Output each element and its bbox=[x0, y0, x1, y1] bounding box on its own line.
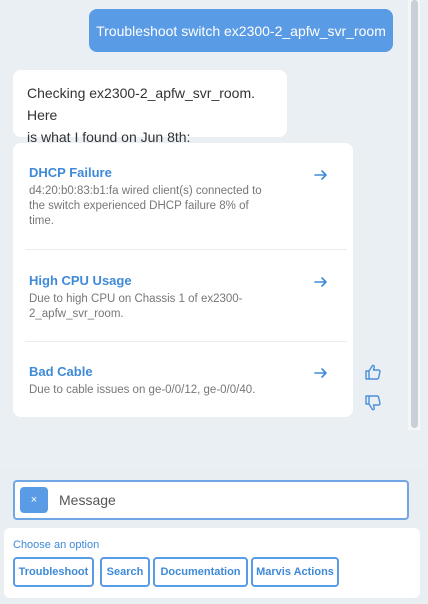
options-panel: Choose an option Troubleshoot Search Doc… bbox=[4, 528, 420, 598]
result-title[interactable]: DHCP Failure bbox=[29, 165, 297, 181]
result-item-high-cpu-usage[interactable]: High CPU Usage Due to high CPU on Chassi… bbox=[25, 250, 347, 342]
bot-message-line: Checking ex2300-2_apfw_svr_room. Here bbox=[27, 85, 256, 123]
arrow-right-icon[interactable] bbox=[313, 365, 329, 381]
clear-button[interactable]: × bbox=[20, 487, 48, 513]
thumbs-up-icon[interactable] bbox=[364, 363, 382, 381]
result-description-line: 2_apfw_svr_room. bbox=[29, 308, 124, 320]
result-item-dhcp-failure[interactable]: DHCP Failure d4:20:b0:83:b1:fa wired cli… bbox=[25, 143, 347, 250]
close-icon: × bbox=[30, 494, 38, 506]
result-description-line: Due to cable issues on ge-0/0/12, ge-0/0… bbox=[29, 384, 256, 396]
result-description-line: d4:20:b0:83:b1:fa wired client(s) connec… bbox=[29, 185, 262, 197]
result-description: d4:20:b0:83:b1:fa wired client(s) connec… bbox=[29, 184, 297, 229]
result-title[interactable]: Bad Cable bbox=[29, 364, 329, 380]
results-card: DHCP Failure d4:20:b0:83:b1:fa wired cli… bbox=[13, 143, 353, 417]
user-message-text: Troubleshoot switch ex2300-2_apfw_svr_ro… bbox=[96, 22, 386, 39]
result-item-bad-cable[interactable]: Bad Cable Due to cable issues on ge-0/0/… bbox=[29, 342, 343, 417]
options-label: Choose an option bbox=[13, 539, 100, 551]
arrow-right-icon[interactable] bbox=[313, 274, 329, 290]
option-button-marvis-actions[interactable]: Marvis Actions bbox=[251, 557, 339, 587]
result-description: Due to cable issues on ge-0/0/12, ge-0/0… bbox=[29, 383, 329, 398]
result-description-line: time. bbox=[29, 215, 54, 227]
option-button-search[interactable]: Search bbox=[100, 557, 150, 587]
user-message-bubble: Troubleshoot switch ex2300-2_apfw_svr_ro… bbox=[89, 9, 393, 52]
option-button-documentation[interactable]: Documentation bbox=[153, 557, 248, 587]
result-description: Due to high CPU on Chassis 1 of ex2300- … bbox=[29, 292, 297, 322]
bot-message-bubble: Checking ex2300-2_apfw_svr_room. Here is… bbox=[13, 70, 287, 145]
result-description-line: the switch experienced DHCP failure 8% o… bbox=[29, 200, 249, 212]
scrollbar-thumb[interactable] bbox=[411, 0, 418, 428]
chat-area: Troubleshoot switch ex2300-2_apfw_svr_ro… bbox=[0, 0, 428, 468]
arrow-right-icon[interactable] bbox=[313, 167, 329, 183]
message-composer: × bbox=[13, 480, 409, 520]
option-button-troubleshoot[interactable]: Troubleshoot bbox=[13, 557, 94, 587]
result-title[interactable]: High CPU Usage bbox=[29, 273, 297, 289]
result-description-line: Due to high CPU on Chassis 1 of ex2300- bbox=[29, 293, 243, 305]
message-input[interactable] bbox=[59, 489, 389, 511]
thumbs-down-icon[interactable] bbox=[364, 394, 382, 412]
